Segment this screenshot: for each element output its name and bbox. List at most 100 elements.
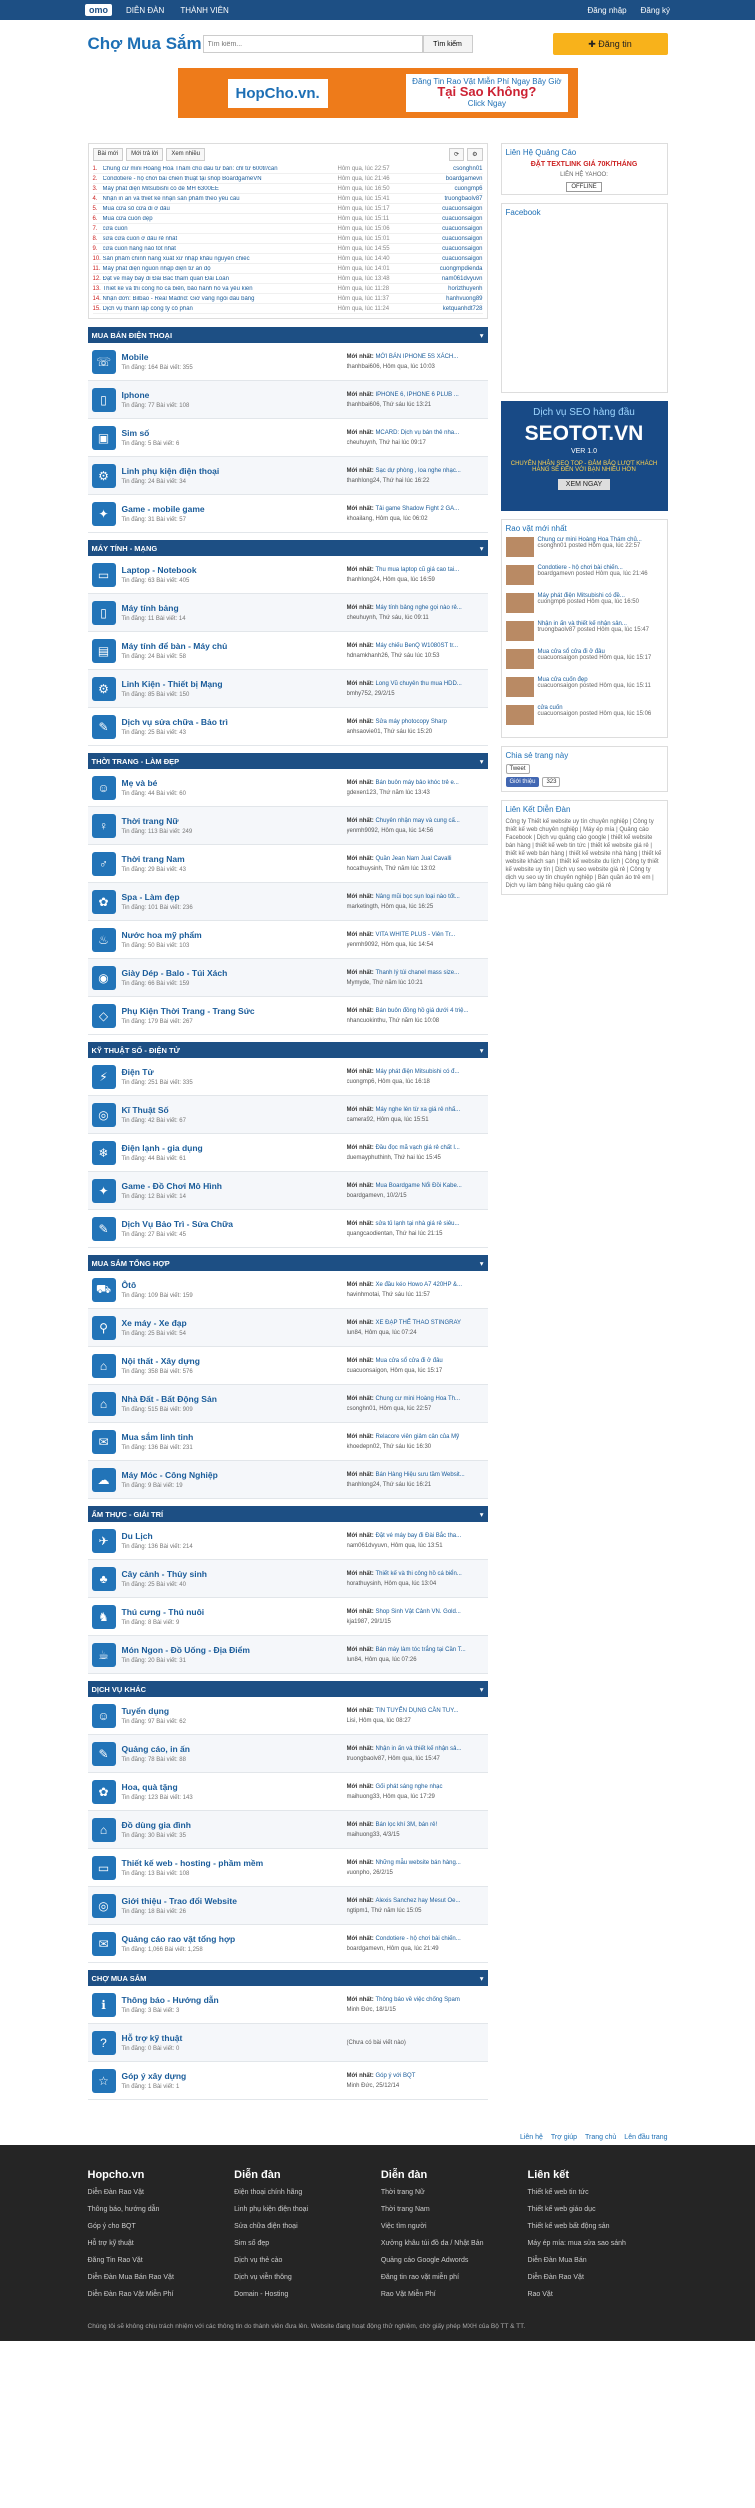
last-post-title[interactable]: Máy phát điện Mitsubishi có đ...: [375, 1069, 459, 1075]
refresh-icon[interactable]: ⟳: [449, 148, 465, 161]
contact-link[interactable]: Liên hệ: [520, 2134, 543, 2141]
last-post-title[interactable]: Tải game Shadow Fight 2 GA...: [375, 506, 459, 512]
last-post-title[interactable]: Sửa máy photocopy Sharp: [375, 719, 446, 725]
forum-name[interactable]: Du Lịch: [122, 1531, 347, 1541]
hot-post-user[interactable]: boardgamevn: [403, 176, 483, 182]
forum-name[interactable]: Hoa, quà tặng: [122, 1782, 347, 1792]
collapse-icon[interactable]: ▾: [480, 1974, 484, 1983]
textlink-price[interactable]: ĐẶT TEXTLINK GIÁ 70K/THÁNG: [506, 161, 663, 168]
last-post-title[interactable]: TIN TUYỂN DỤNG CẦN TUY...: [375, 1708, 458, 1714]
hot-post-title[interactable]: Máy phát điện Mitsubishi có đề MH 6300EE: [103, 186, 338, 192]
forum-name[interactable]: Ôtô: [122, 1280, 347, 1290]
collapse-icon[interactable]: ▾: [480, 1685, 484, 1694]
hot-post-user[interactable]: horizthuyenh: [403, 286, 482, 292]
hot-post-user[interactable]: cuongmpdienda: [403, 266, 483, 272]
last-post-meta[interactable]: gdexen123, Thứ năm lúc 13:43: [347, 788, 484, 798]
forum-name[interactable]: Thời trang Nữ: [122, 816, 347, 826]
last-post-title[interactable]: Bán buôn máy bảo khóc trẻ e...: [375, 780, 458, 786]
hot-post-title[interactable]: Nhận đơn: Bilbao - Real Madrid: Giờ vàng…: [103, 296, 338, 302]
last-post-meta[interactable]: thanhlong24, Thứ sáu lúc 16:21: [347, 1480, 484, 1490]
latest-ad-thumbnail[interactable]: [505, 705, 534, 725]
footer-link[interactable]: Diễn Đàn Mua Bán Rao Vặt: [88, 2274, 228, 2291]
nav-members[interactable]: THÀNH VIÊN: [180, 6, 228, 15]
facebook-like-button[interactable]: Giới thiệu: [505, 777, 540, 787]
login-link[interactable]: Đăng nhập: [587, 6, 626, 15]
forum-name[interactable]: Cây cảnh - Thủy sinh: [122, 1569, 347, 1579]
collapse-icon[interactable]: ▾: [480, 331, 484, 340]
section-header[interactable]: KỸ THUẬT SỐ - ĐIỆN TỬ ▾: [87, 1042, 488, 1058]
last-post-title[interactable]: Thiết kế và thi công hồ cá biển...: [375, 1571, 461, 1577]
last-post-meta[interactable]: thanhbai606, Hôm qua, lúc 10:03: [347, 362, 484, 372]
last-post-meta[interactable]: csonghn01, Hôm qua, lúc 22:57: [347, 1404, 484, 1414]
hot-post-user[interactable]: cuongmp6: [403, 186, 482, 192]
footer-link[interactable]: Diễn Đàn Rao Vặt Miễn Phí: [88, 2291, 228, 2308]
last-post-title[interactable]: Thu mua laptop cũ giá cao tai...: [375, 567, 459, 573]
last-post-title[interactable]: Bán lọc khí 3M, bán rẻ!: [375, 1822, 437, 1828]
last-post-meta[interactable]: marketingth, Hôm qua, lúc 16:25: [347, 902, 484, 912]
last-post-meta[interactable]: khoedepn02, Thứ sáu lúc 16:30: [347, 1442, 484, 1452]
last-post-meta[interactable]: boardgamevn, Hôm qua, lúc 21:49: [347, 1944, 484, 1954]
last-post-meta[interactable]: havinhmotai, Thứ sáu lúc 11:57: [347, 1290, 484, 1300]
latest-ad-thumbnail[interactable]: [505, 537, 534, 557]
last-post-title[interactable]: Relacore viên giảm cân của Mỹ: [375, 1434, 459, 1440]
footer-link[interactable]: Đăng Tin Rao Vặt: [88, 2257, 228, 2274]
last-post-meta[interactable]: boardgamevn, 10/2/15: [347, 1191, 484, 1201]
last-post-title[interactable]: Bán Hàng Hiệu sưu tầm Websit...: [375, 1472, 464, 1478]
omo-logo[interactable]: omo: [85, 4, 112, 16]
forum-name[interactable]: Đồ dùng gia đình: [122, 1820, 347, 1830]
hot-post-title[interactable]: Mua cửa sổ cửa đi ở đâu: [103, 206, 338, 212]
forum-name[interactable]: Mobile: [122, 352, 347, 362]
search-button[interactable]: Tìm kiếm: [422, 35, 473, 53]
last-post-meta[interactable]: nhancuokinthu, Thứ năm lúc 10:08: [347, 1016, 484, 1026]
footer-link[interactable]: Dịch vụ viễn thông: [234, 2274, 374, 2291]
last-post-meta[interactable]: yenmh9092, Hôm qua, lúc 14:56: [347, 826, 484, 836]
forum-name[interactable]: Thiết kế web - hosting - phầm mềm: [122, 1858, 347, 1868]
last-post-meta[interactable]: thanhlong24, Thứ hai lúc 16:22: [347, 476, 484, 486]
forum-name[interactable]: Xe máy - Xe đạp: [122, 1318, 347, 1328]
last-post-meta[interactable]: nam061dvyuvn, Hôm qua, lúc 13:51: [347, 1541, 484, 1551]
last-post-meta[interactable]: maihuong33, Hôm qua, lúc 17:29: [347, 1792, 484, 1802]
last-post-meta[interactable]: ngtipm1, Thứ năm lúc 15:05: [347, 1906, 484, 1916]
hot-post-title[interactable]: Máy phát điện nguồn nhập điện từ ấn độ: [103, 266, 338, 272]
last-post-title[interactable]: Sạc dự phòng , loa nghe nhạc...: [375, 468, 460, 474]
last-post-title[interactable]: Những mẫu website bán hàng...: [375, 1860, 460, 1866]
last-post-title[interactable]: Thông báo về việc chống Spam: [375, 1997, 459, 2003]
tab-new-replies[interactable]: Mới trả lời: [126, 148, 164, 161]
footer-link[interactable]: Diễn Đàn Mua Bán: [527, 2257, 667, 2274]
latest-ad-thumbnail[interactable]: [505, 677, 534, 697]
last-post-title[interactable]: Máy nghe lén từ xa giá rẻ nhấ...: [375, 1107, 460, 1113]
nav-forums[interactable]: DIỄN ĐÀN: [126, 6, 164, 15]
last-post-meta[interactable]: truongbaolv87, Hôm qua, lúc 15:47: [347, 1754, 484, 1764]
last-post-title[interactable]: Shop Sinh Vật Cảnh VN. Gold...: [375, 1609, 460, 1615]
last-post-meta[interactable]: hocathuysinh, Thứ năm lúc 13:02: [347, 864, 484, 874]
tab-new-posts[interactable]: Bài mới: [92, 148, 124, 161]
forum-name[interactable]: Giày Dép - Balo - Túi Xách: [122, 968, 347, 978]
last-post-title[interactable]: MỚI BÁN IPHONE 5S XÁCH...: [375, 354, 458, 360]
footer-link[interactable]: Thiết kế web bất động sản: [527, 2223, 667, 2240]
last-post-title[interactable]: Quần Jean Nam Jual Cavalli: [375, 856, 451, 862]
last-post-meta[interactable]: thanhbai606, Thứ sáu lúc 13:21: [347, 400, 484, 410]
last-post-meta[interactable]: cuacuonsaigon, Hôm qua, lúc 15:17: [347, 1366, 484, 1376]
footer-link[interactable]: Dịch vụ thẻ cào: [234, 2257, 374, 2274]
hot-post-user[interactable]: nam061dvyuvn: [403, 276, 483, 282]
last-post-meta[interactable]: kja1987, 29/1/15: [347, 1617, 484, 1627]
forum-name[interactable]: Máy tính để bàn - Máy chủ: [122, 641, 347, 651]
forum-name[interactable]: Phụ Kiện Thời Trang - Trang Sức: [122, 1006, 347, 1016]
forum-name[interactable]: Dịch vụ sửa chữa - Bảo trì: [122, 717, 347, 727]
footer-link[interactable]: Đăng tin rao vặt miễn phí: [381, 2274, 521, 2291]
footer-link[interactable]: Việc tìm người: [381, 2223, 521, 2240]
last-post-meta[interactable]: Mymyde, Thứ năm lúc 10:21: [347, 978, 484, 988]
seotot-ad[interactable]: Dịch vụ SEO hàng đầu SEOTOT.VN VER 1.0 C…: [500, 401, 668, 511]
last-post-meta[interactable]: (Chưa có bài viết nào): [347, 2038, 484, 2048]
back-to-top-link[interactable]: Lên đầu trang: [624, 2134, 667, 2141]
forum-name[interactable]: Giới thiệu - Trao đổi Website: [122, 1896, 347, 1906]
hot-post-user[interactable]: truongbaolv87: [403, 196, 482, 202]
last-post-title[interactable]: Mua Boardgame Nổi Đồi Kabe...: [375, 1183, 461, 1189]
last-post-title[interactable]: Nâng mũi bọc sụn loại nào tốt...: [375, 894, 459, 900]
last-post-title[interactable]: XE ĐẠP THỂ THAO STINGRAY: [375, 1320, 461, 1326]
collapse-icon[interactable]: ▾: [480, 1259, 484, 1268]
forum-name[interactable]: Spa - Làm đẹp: [122, 892, 347, 902]
last-post-title[interactable]: IPHONE 6, IPHONE 6 PLUB ...: [375, 392, 458, 398]
footer-link[interactable]: Thiết kế web giáo dục: [527, 2206, 667, 2223]
last-post-title[interactable]: Máy tính bảng nghe gọi nào rẻ...: [375, 605, 461, 611]
